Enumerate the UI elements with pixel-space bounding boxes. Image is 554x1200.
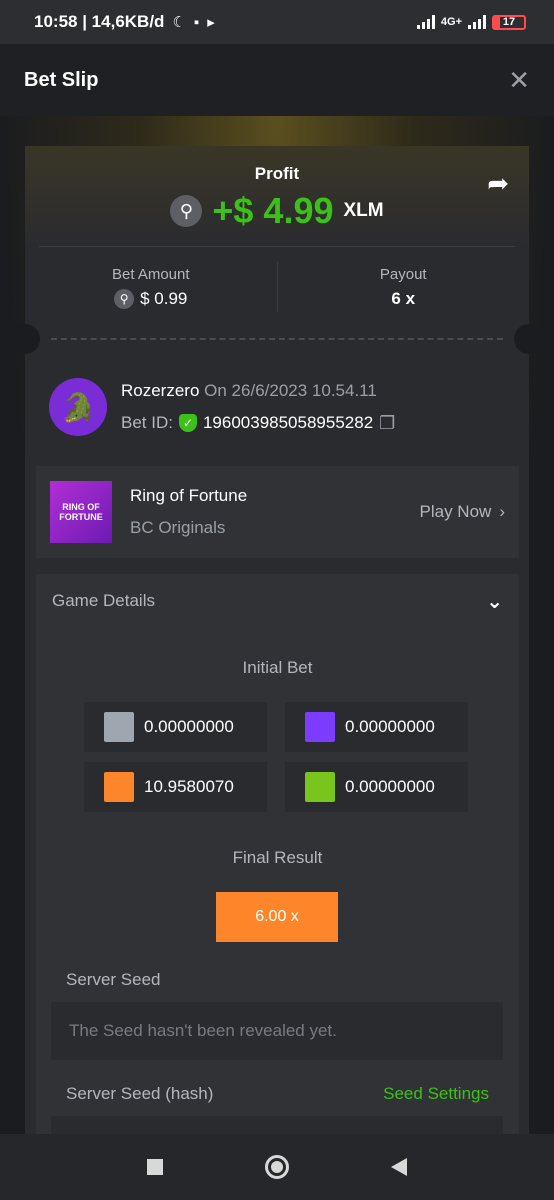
bet-slip-content[interactable]: Profit ⚲ +$ 4.99 XLM ➦ Bet Amount ⚲ $ 0.… xyxy=(0,116,554,1134)
chevron-down-icon: ⌄ xyxy=(486,590,503,613)
game-details-toggle[interactable]: Game Details ⌄ xyxy=(36,574,519,628)
play-now-label: Play Now xyxy=(419,502,492,521)
game-name: Ring of Fortune xyxy=(130,486,248,505)
bet-id-value: 196003985058955282 xyxy=(202,413,374,432)
android-nav-bar xyxy=(0,1134,554,1200)
bet-card: Profit ⚲ +$ 4.99 XLM ➦ Bet Amount ⚲ $ 0.… xyxy=(10,146,544,1134)
game-thumbnail: RING OF FORTUNE xyxy=(50,481,112,543)
server-seed-hash-label: Server Seed (hash) xyxy=(66,1084,214,1103)
bet-cell-value: 0.00000000 xyxy=(345,777,435,796)
payout-value: 6 x xyxy=(391,288,416,308)
dashed-divider xyxy=(51,338,503,340)
ticket-notch xyxy=(10,324,40,354)
color-swatch xyxy=(104,712,134,742)
back-triangle-icon xyxy=(391,1158,407,1176)
bet-cell: 0.00000000 xyxy=(285,762,468,812)
bet-cell-value: 0.00000000 xyxy=(144,717,234,736)
profit-section: Profit ⚲ +$ 4.99 XLM ➦ xyxy=(25,146,529,246)
profit-label: Profit xyxy=(254,164,300,183)
back-button[interactable] xyxy=(384,1152,414,1182)
square-icon xyxy=(147,1159,163,1175)
network-type: 4G+ xyxy=(440,16,462,28)
user-name[interactable]: Rozerzero xyxy=(121,381,199,400)
payout-label: Payout xyxy=(379,265,427,283)
bet-slip-header: Bet Slip ✕ xyxy=(0,44,554,116)
message-icon: ▪ xyxy=(193,13,200,31)
ticket-notch xyxy=(514,324,544,354)
final-result-badge: 6.00 x xyxy=(216,892,338,942)
chevron-right-icon: › xyxy=(499,502,505,521)
recents-button[interactable] xyxy=(140,1152,170,1182)
battery-icon: 17 xyxy=(492,14,526,30)
bet-cell: 0.00000000 xyxy=(285,702,468,752)
server-seed-field: The Seed hasn't been revealed yet. xyxy=(51,1002,503,1060)
copy-icon[interactable]: ❐ xyxy=(379,413,395,434)
final-result-label: Final Result xyxy=(232,848,323,867)
seed-settings-link[interactable]: Seed Settings xyxy=(383,1084,489,1104)
play-now-button[interactable]: Play Now › xyxy=(420,502,505,522)
share-icon[interactable]: ➦ xyxy=(487,168,509,199)
xlm-coin-icon: ⚲ xyxy=(114,288,135,309)
game-row[interactable]: RING OF FORTUNE Ring of Fortune BC Origi… xyxy=(36,466,519,558)
verified-shield-icon: ✓ xyxy=(178,414,197,432)
bet-id-label: Bet ID: xyxy=(121,413,173,432)
profit-currency: XLM xyxy=(343,200,384,221)
color-swatch xyxy=(305,712,335,742)
profit-value: +$ 4.99 xyxy=(212,190,334,231)
bet-cell-value: 10.9580070 xyxy=(144,777,234,796)
close-icon[interactable]: ✕ xyxy=(508,65,530,96)
signal-icon xyxy=(416,15,435,29)
color-swatch xyxy=(305,772,335,802)
bet-amount-label: Bet Amount xyxy=(111,265,190,283)
bet-cell-value: 0.00000000 xyxy=(345,717,435,736)
bet-cell: 0.00000000 xyxy=(84,702,267,752)
play-icon: ▸ xyxy=(207,14,215,31)
moon-icon: ☾ xyxy=(172,14,186,31)
bet-amount-value: $ 0.99 xyxy=(140,288,188,308)
game-details-panel: Game Details ⌄ Initial Bet 0.00000000 0.… xyxy=(36,574,519,1134)
circle-icon xyxy=(265,1155,289,1179)
game-provider: BC Originals xyxy=(130,518,226,537)
bet-date: On 26/6/2023 10.54.11 xyxy=(204,380,377,400)
page-title: Bet Slip xyxy=(24,68,99,91)
color-swatch xyxy=(104,772,134,802)
status-bar: 10:58 | 14,6KB/d ☾ ▪ ▸ 4G+ 17 xyxy=(0,0,554,44)
initial-bet-grid: 0.00000000 0.00000000 10.9580070 0.00000… xyxy=(84,702,470,812)
xlm-coin-icon: ⚲ xyxy=(170,195,203,227)
status-time: 10:58 | 14,6KB/d xyxy=(34,12,165,31)
server-seed-label: Server Seed xyxy=(66,970,161,989)
server-seed-hash-field xyxy=(51,1116,503,1134)
bet-cell: 10.9580070 xyxy=(84,762,267,812)
initial-bet-label: Initial Bet xyxy=(242,658,313,677)
signal-icon-2 xyxy=(468,15,486,29)
user-info: 🐊 Rozerzero On 26/6/2023 10.54.11 Bet ID… xyxy=(49,378,395,436)
avatar[interactable]: 🐊 xyxy=(49,378,107,436)
game-details-title: Game Details xyxy=(52,591,155,610)
home-button[interactable] xyxy=(262,1152,292,1182)
bet-amounts: Bet Amount ⚲ $ 0.99 Payout 6 x xyxy=(25,247,529,327)
